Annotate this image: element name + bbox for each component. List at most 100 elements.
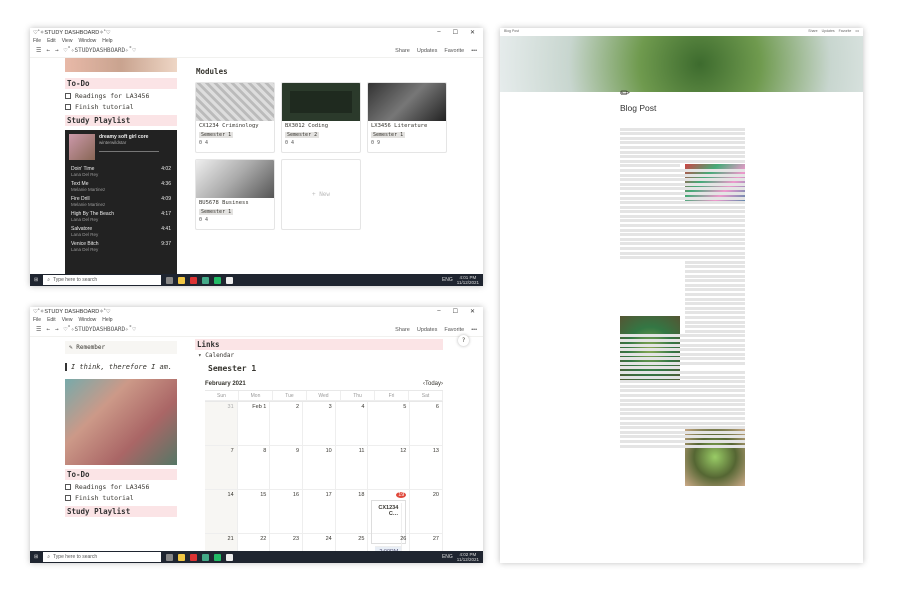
taskbar-search[interactable]: ⌕ Type here to search bbox=[43, 275, 162, 285]
todo-item[interactable]: Finish tutorial bbox=[65, 494, 177, 502]
track-row[interactable]: Doin' Time Lana Del Rey 4:02 bbox=[65, 164, 177, 179]
calendar-day[interactable]: 8 bbox=[237, 446, 271, 490]
more-button[interactable]: ••• bbox=[471, 48, 477, 54]
calendar-day[interactable]: 7 bbox=[205, 446, 238, 490]
help-button[interactable]: ? bbox=[458, 335, 469, 346]
clock[interactable]: 4:01 PM 11/12/2021 bbox=[457, 275, 479, 286]
calendar-day[interactable]: 12 bbox=[368, 446, 411, 490]
task-view-icon[interactable] bbox=[166, 276, 174, 284]
favorite-button[interactable]: Favorite bbox=[444, 48, 464, 54]
calendar-day[interactable]: 11 bbox=[335, 446, 369, 490]
calendar-day[interactable]: 3 bbox=[303, 402, 336, 446]
chrome-icon[interactable] bbox=[202, 276, 210, 284]
calendar-day[interactable]: 5 bbox=[368, 402, 411, 446]
calendar-day[interactable]: 20 bbox=[410, 490, 443, 534]
checkbox[interactable] bbox=[65, 93, 71, 99]
folder-icon[interactable] bbox=[178, 276, 186, 284]
spotify-icon[interactable] bbox=[214, 276, 222, 284]
menu-file[interactable]: File bbox=[33, 38, 41, 44]
clock[interactable]: 4:02 PM 11/12/2021 bbox=[457, 552, 479, 563]
breadcrumb[interactable]: ♡˚✧STUDYDASHBOARD✧˚♡ bbox=[64, 47, 136, 54]
spotify-embed[interactable]: dreamy soft girl core winterwildstar Doin… bbox=[65, 130, 177, 286]
track-row[interactable]: Text Me Melanie Martinez 4:36 bbox=[65, 179, 177, 194]
track-row[interactable]: High By The Beach Lana Del Rey 4:17 bbox=[65, 209, 177, 224]
menu-window[interactable]: Window bbox=[78, 317, 96, 323]
notion-icon[interactable] bbox=[226, 553, 234, 561]
task-view-icon[interactable] bbox=[166, 553, 174, 561]
share-button[interactable]: Share bbox=[395, 48, 410, 54]
close-icon[interactable]: ✕ bbox=[470, 308, 475, 315]
menu-view[interactable]: View bbox=[62, 38, 73, 44]
close-icon[interactable]: ✕ bbox=[470, 29, 475, 36]
calendar-day[interactable]: 18 bbox=[335, 490, 369, 534]
next-month-button[interactable]: › bbox=[441, 381, 443, 387]
more-button[interactable]: ••• bbox=[855, 29, 859, 34]
menu-edit[interactable]: Edit bbox=[47, 38, 56, 44]
menu-window[interactable]: Window bbox=[78, 38, 96, 44]
module-card[interactable]: BX3012 Coding Semester 20 4 bbox=[281, 82, 361, 153]
track-row[interactable]: Fire Drill Melanie Martinez 4:09 bbox=[65, 194, 177, 209]
calendar-day[interactable]: 17 bbox=[303, 490, 336, 534]
maximize-icon[interactable]: ☐ bbox=[453, 29, 458, 36]
calendar-day[interactable]: 6 bbox=[410, 402, 443, 446]
module-card[interactable]: LX3456 Literature Semester 10 9 bbox=[367, 82, 447, 153]
back-icon[interactable]: ← bbox=[46, 47, 50, 54]
calendar-day[interactable]: 13 bbox=[410, 446, 443, 490]
checkbox[interactable] bbox=[65, 495, 71, 501]
spotify-icon[interactable] bbox=[214, 553, 222, 561]
today-button[interactable]: Today bbox=[425, 381, 441, 387]
todo-item[interactable]: Readings for LA3456 bbox=[65, 483, 177, 491]
forward-icon[interactable]: → bbox=[55, 47, 59, 54]
taskbar-search[interactable]: ⌕ Type here to search bbox=[43, 552, 162, 562]
maximize-icon[interactable]: ☐ bbox=[453, 308, 458, 315]
menu-file[interactable]: File bbox=[33, 317, 41, 323]
todo-item[interactable]: Finish tutorial bbox=[65, 103, 177, 111]
folder-icon[interactable] bbox=[178, 553, 186, 561]
calendar-day[interactable]: 15 bbox=[237, 490, 271, 534]
updates-button[interactable]: Updates bbox=[417, 48, 438, 54]
share-button[interactable]: Share bbox=[808, 29, 817, 34]
more-button[interactable]: ••• bbox=[471, 327, 477, 333]
forward-icon[interactable]: → bbox=[55, 326, 59, 333]
calendar-day[interactable]: Feb 1 bbox=[237, 402, 271, 446]
new-card-button[interactable]: + New bbox=[281, 159, 361, 230]
calendar-day[interactable]: 2 bbox=[270, 402, 304, 446]
windows-start-icon[interactable]: ⊞ bbox=[34, 554, 38, 560]
module-card[interactable]: BU5678 Business Semester 10 4 bbox=[195, 159, 275, 230]
hamburger-icon[interactable]: ☰ bbox=[36, 47, 41, 54]
back-icon[interactable]: ← bbox=[46, 326, 50, 333]
calendar-day[interactable]: 9 bbox=[270, 446, 304, 490]
windows-start-icon[interactable]: ⊞ bbox=[34, 277, 38, 283]
calendar-toggle[interactable]: ▾ Calendar bbox=[198, 352, 234, 359]
menu-help[interactable]: Help bbox=[102, 38, 112, 44]
calendar-day[interactable]: 4 bbox=[335, 402, 369, 446]
calendar-day[interactable]: 16 bbox=[270, 490, 304, 534]
calendar-day[interactable]: 31 bbox=[205, 402, 238, 446]
calendar-day[interactable]: 19CX1234 C…2:00PM (Lec) bbox=[368, 490, 411, 563]
menu-edit[interactable]: Edit bbox=[47, 317, 56, 323]
breadcrumb[interactable]: ♡˚✧STUDYDASHBOARD✧˚♡ bbox=[64, 326, 136, 333]
notion-icon[interactable] bbox=[226, 276, 234, 284]
updates-button[interactable]: Updates bbox=[822, 29, 835, 34]
todo-item[interactable]: Readings for LA3456 bbox=[65, 92, 177, 100]
calendar-day[interactable]: 10 bbox=[303, 446, 336, 490]
favorite-button[interactable]: Favorite bbox=[444, 327, 464, 333]
calendar-day[interactable]: 14 bbox=[205, 490, 238, 534]
checkbox[interactable] bbox=[65, 484, 71, 490]
menu-view[interactable]: View bbox=[62, 317, 73, 323]
chrome-icon[interactable] bbox=[202, 553, 210, 561]
progress-bar[interactable] bbox=[99, 151, 159, 152]
track-row[interactable]: Venice Bitch Lana Del Rey 9:37 bbox=[65, 239, 177, 254]
menu-help[interactable]: Help bbox=[102, 317, 112, 323]
minimize-icon[interactable]: – bbox=[437, 29, 440, 36]
minimize-icon[interactable]: – bbox=[437, 308, 440, 315]
share-button[interactable]: Share bbox=[395, 327, 410, 333]
checkbox[interactable] bbox=[65, 104, 71, 110]
favorite-button[interactable]: Favorite bbox=[839, 29, 852, 34]
app-icon[interactable] bbox=[190, 276, 198, 284]
updates-button[interactable]: Updates bbox=[417, 327, 438, 333]
app-icon[interactable] bbox=[190, 553, 198, 561]
track-row[interactable]: Salvatore Lana Del Rey 4:41 bbox=[65, 224, 177, 239]
module-card[interactable]: CX1234 Criminology Semester 10 4 bbox=[195, 82, 275, 153]
hamburger-icon[interactable]: ☰ bbox=[36, 326, 41, 333]
